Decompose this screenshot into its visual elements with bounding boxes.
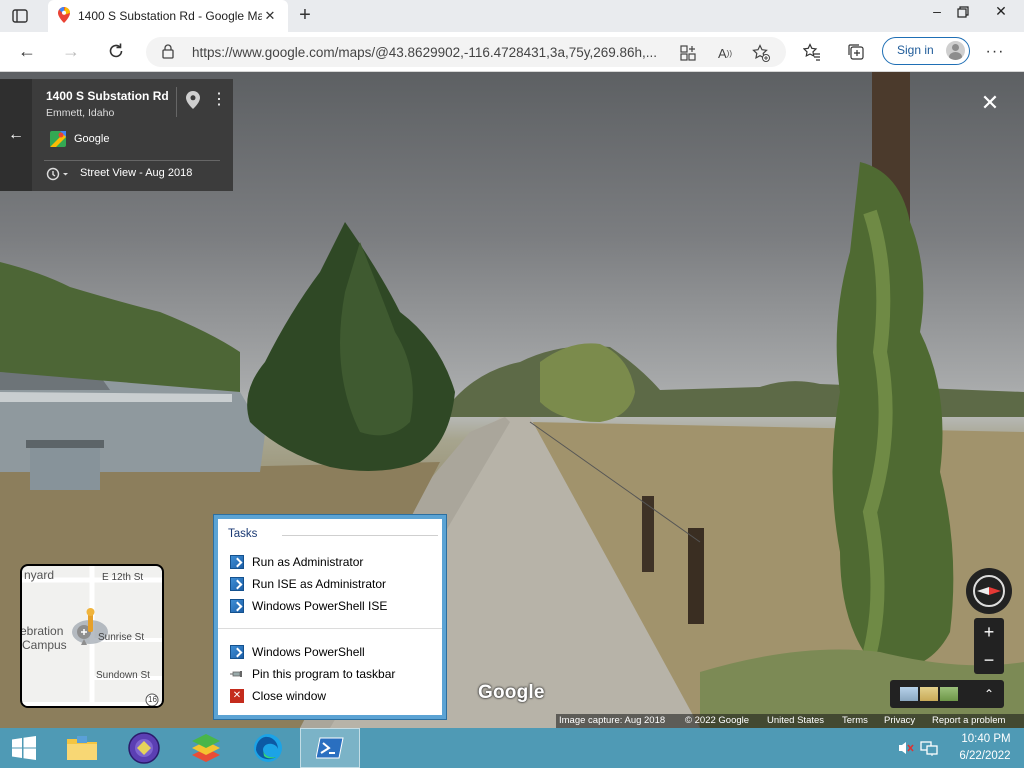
map-label: Sunrise St	[98, 632, 145, 643]
add-favorite-icon[interactable]	[751, 43, 771, 63]
windows-powershell-item[interactable]: Windows PowerShell	[230, 642, 440, 662]
divider	[176, 87, 177, 117]
file-explorer-icon[interactable]	[52, 728, 112, 768]
imagery-thumb[interactable]	[920, 687, 938, 701]
back-icon[interactable]: ←	[14, 40, 40, 64]
expand-up-icon[interactable]: ⌃	[982, 684, 996, 704]
run-ise-as-admin-item[interactable]: Run ISE as Administrator	[230, 574, 440, 594]
volume-muted-icon[interactable]	[898, 740, 914, 756]
bluestacks-icon[interactable]	[176, 728, 236, 768]
close-tab-icon[interactable]: ✕	[262, 8, 278, 24]
close-street-view-icon[interactable]: ✕	[978, 92, 1002, 116]
contributor-name[interactable]: Google	[74, 133, 109, 145]
pin-icon	[230, 667, 244, 681]
app-available-icon[interactable]	[678, 43, 698, 63]
restore-icon[interactable]	[948, 0, 978, 24]
favorites-icon[interactable]	[802, 42, 822, 62]
powershell-icon	[230, 555, 244, 569]
powershell-icon[interactable]	[300, 728, 360, 768]
map-label: nyard	[24, 568, 55, 582]
maps-favicon	[58, 6, 70, 26]
history-icon[interactable]	[46, 167, 72, 183]
item-label: Pin this program to taskbar	[252, 667, 396, 681]
mini-map[interactable]: nyard E 12th St ebration Campus Sunrise …	[20, 564, 164, 708]
map-footer: Image capture: Aug 2018 © 2022 Google Un…	[556, 714, 1024, 728]
item-label: Windows PowerShell ISE	[252, 599, 388, 613]
jumplist-header: Tasks	[228, 528, 258, 540]
powershell-ise-icon	[230, 599, 244, 613]
place-locality: Emmett, Idaho	[46, 107, 115, 119]
street-view-date: Street View - Aug 2018	[80, 167, 193, 179]
back-to-map-icon[interactable]: ←	[0, 79, 32, 191]
copyright-text: © 2022 Google	[685, 715, 750, 726]
sign-in-button[interactable]: Sign in	[882, 37, 970, 65]
zoom-controls: + −	[974, 618, 1004, 674]
location-pin-icon[interactable]	[186, 91, 202, 111]
place-info-card: ← 1400 S Substation Rd Emmett, Idaho ⋮ G…	[0, 79, 233, 191]
windows-taskbar: 10:40 PM 6/22/2022	[0, 728, 1024, 768]
url-text[interactable]: https://www.google.com/maps/@43.8629902,…	[192, 45, 672, 60]
network-icon[interactable]	[920, 739, 938, 757]
edge-icon[interactable]	[238, 728, 298, 768]
lock-icon[interactable]	[162, 44, 174, 59]
run-as-admin-item[interactable]: Run as Administrator	[230, 552, 440, 572]
clock-date[interactable]: 6/22/2022	[950, 750, 1020, 762]
windows-start-icon[interactable]	[0, 728, 48, 768]
forward-icon[interactable]: →	[58, 40, 84, 64]
address-toolbar: ← → https://www.google.com/maps/@43.8629…	[0, 32, 1024, 72]
map-label: ebration	[20, 624, 64, 638]
terms-link[interactable]: Terms	[842, 714, 868, 728]
route-shield-label: 16	[148, 695, 157, 704]
map-label: E 12th St	[102, 572, 144, 583]
imagery-thumb[interactable]	[900, 687, 918, 701]
zoom-out-button[interactable]: −	[974, 646, 1004, 674]
close-window-icon[interactable]: ✕	[986, 0, 1016, 24]
active-tab[interactable]: 1400 S Substation Rd - Google Maps ✕	[48, 0, 288, 32]
divider	[218, 628, 442, 629]
item-label: Close window	[252, 689, 327, 703]
tab-strip: 1400 S Substation Rd - Google Maps ✕ + –…	[0, 0, 1024, 32]
system-tray: 10:40 PM 6/22/2022	[892, 728, 1024, 768]
divider	[282, 535, 438, 536]
country-link[interactable]: United States	[767, 714, 824, 728]
compass-icon[interactable]	[966, 568, 1012, 614]
app-icon-purple[interactable]	[114, 728, 174, 768]
powershell-ise-icon	[230, 577, 244, 591]
google-watermark: Google	[478, 682, 545, 703]
more-options-icon[interactable]: ···	[985, 42, 1005, 62]
imagery-strip: ⌃	[890, 680, 1004, 708]
more-vert-icon[interactable]: ⋮	[211, 91, 227, 111]
item-label: Windows PowerShell	[252, 645, 365, 659]
clock-time[interactable]: 10:40 PM	[956, 733, 1016, 745]
imagery-thumb[interactable]	[940, 687, 958, 701]
pin-to-taskbar-item[interactable]: Pin this program to taskbar	[230, 664, 440, 684]
place-name: 1400 S Substation Rd	[46, 89, 169, 103]
divider	[44, 160, 220, 161]
powershell-ise-item[interactable]: Windows PowerShell ISE	[230, 596, 440, 616]
close-window-item[interactable]: ✕ Close window	[230, 686, 440, 706]
report-problem-link[interactable]: Report a problem	[932, 714, 1005, 728]
item-label: Run as Administrator	[252, 555, 364, 569]
refresh-icon[interactable]	[103, 40, 129, 64]
zoom-in-button[interactable]: +	[974, 618, 1004, 646]
powershell-icon	[230, 645, 244, 659]
avatar	[946, 41, 965, 60]
image-capture-text: Image capture: Aug 2018	[559, 715, 666, 726]
collections-icon[interactable]	[846, 42, 866, 62]
close-icon: ✕	[230, 689, 244, 703]
sign-in-label: Sign in	[897, 43, 934, 57]
taskbar-jump-list: Tasks Run as Administrator Run ISE as Ad…	[214, 515, 446, 719]
google-maps-icon	[50, 131, 66, 147]
read-aloud-icon[interactable]: A))	[715, 43, 735, 63]
map-label: Campus	[22, 638, 67, 652]
new-tab-icon[interactable]: +	[294, 5, 316, 27]
item-label: Run ISE as Administrator	[252, 577, 387, 591]
tab-actions-icon[interactable]	[10, 6, 30, 26]
privacy-link[interactable]: Privacy	[884, 714, 915, 728]
map-label: Sundown St	[96, 670, 150, 681]
tab-title: 1400 S Substation Rd - Google Maps	[78, 9, 262, 23]
